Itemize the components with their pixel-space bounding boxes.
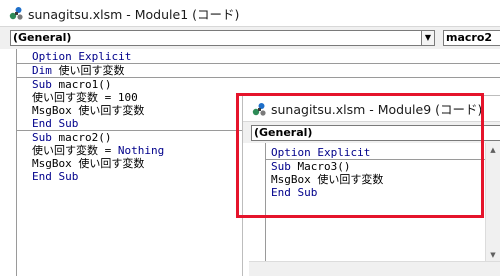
code-line: MsgBox 使い回す変数 — [32, 104, 145, 117]
module1-title: sunagitsu.xlsm - Module1 (コード) — [28, 6, 240, 22]
code-line: MsgBox 使い回す変数 — [32, 157, 145, 170]
object-combo[interactable]: (General) — [10, 30, 423, 46]
vertical-scrollbar[interactable]: ▲ ▼ — [485, 143, 500, 262]
highlight-frame — [236, 93, 484, 218]
module1-titlebar[interactable]: sunagitsu.xlsm - Module1 (コード) — [0, 0, 500, 26]
procedure-combo[interactable]: macro2 — [443, 30, 500, 46]
code-line: 使い回す変数 = Nothing — [32, 144, 165, 157]
code-line: Option Explicit — [32, 50, 132, 63]
chevron-down-icon[interactable]: ▼ — [486, 248, 500, 262]
horizontal-scrollbar[interactable] — [249, 261, 500, 276]
chevron-up-icon[interactable]: ▲ — [486, 143, 500, 157]
code-line: Dim 使い回す変数 — [32, 64, 125, 77]
code-line: Sub macro2() — [32, 131, 112, 144]
code-line: End Sub — [32, 170, 79, 183]
code-line: 使い回す変数 = 100 — [32, 91, 138, 104]
module1-margin-gutter[interactable] — [0, 49, 17, 276]
code-line: End Sub — [32, 117, 79, 130]
code-line: Sub macro1() — [32, 78, 112, 91]
vba-module-icon — [9, 7, 23, 20]
chevron-down-icon[interactable]: ▼ — [421, 30, 435, 46]
module1-toolbar: (General) ▼ macro2 — [0, 26, 500, 50]
